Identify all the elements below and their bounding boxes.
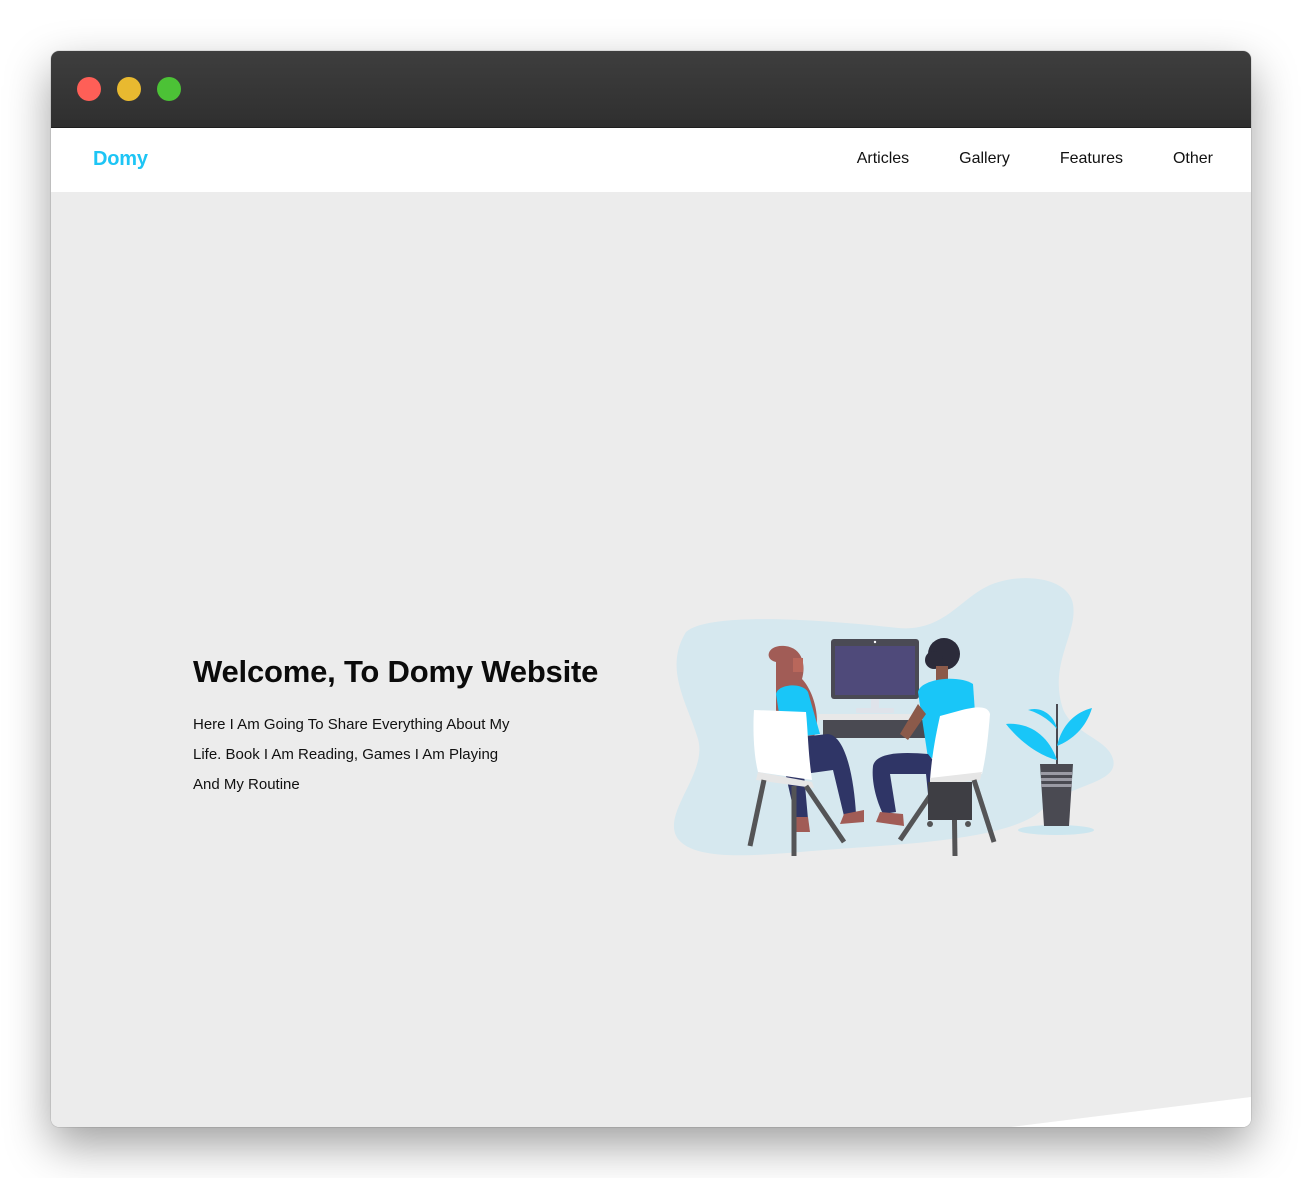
nav-link-gallery[interactable]: Gallery bbox=[959, 150, 1010, 168]
hero-title: Welcome, To Domy Website bbox=[193, 654, 599, 689]
corner-wedge-shape bbox=[1011, 1097, 1251, 1127]
hero-section: Welcome, To Domy Website Here I Am Going… bbox=[51, 192, 1251, 1127]
minimize-window-button[interactable] bbox=[117, 77, 141, 101]
site-navbar: Domy Articles Gallery Features Other bbox=[51, 128, 1251, 192]
browser-window: Domy Articles Gallery Features Other Wel… bbox=[51, 51, 1251, 1127]
two-people-at-computer-illustration bbox=[673, 578, 1114, 857]
hero-description: Here I Am Going To Share Everything Abou… bbox=[193, 716, 510, 793]
nav-link-articles[interactable]: Articles bbox=[857, 150, 909, 168]
nav-links: Articles Gallery Features Other bbox=[857, 150, 1213, 168]
close-window-button[interactable] bbox=[77, 77, 101, 101]
zoom-window-button[interactable] bbox=[157, 77, 181, 101]
nav-link-features[interactable]: Features bbox=[1060, 150, 1123, 168]
site-logo-link[interactable]: Domy bbox=[93, 148, 148, 171]
window-titlebar bbox=[51, 51, 1251, 128]
nav-link-other[interactable]: Other bbox=[1173, 150, 1213, 168]
hero-text-block: Welcome, To Domy Website Here I Am Going… bbox=[193, 654, 633, 800]
